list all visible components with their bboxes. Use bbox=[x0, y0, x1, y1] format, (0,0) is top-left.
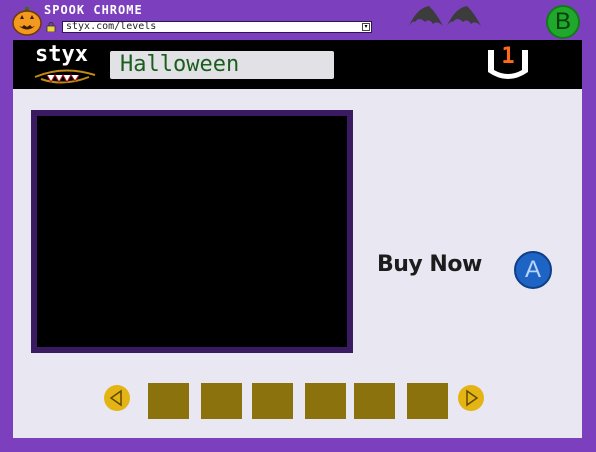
level-thumbnail[interactable] bbox=[201, 383, 242, 419]
triangle-left-icon bbox=[109, 389, 122, 407]
app-header: styx Halloween 1 bbox=[13, 40, 582, 89]
triangle-right-icon bbox=[466, 389, 479, 407]
a-button[interactable]: A bbox=[514, 251, 552, 289]
app-window: styx Halloween 1 Buy Now A bbox=[13, 40, 582, 438]
prev-button[interactable] bbox=[104, 385, 130, 411]
browser-title: SPOOK CHROME bbox=[44, 3, 143, 17]
level-thumbnail[interactable] bbox=[252, 383, 293, 419]
logo-text: styx bbox=[35, 42, 88, 67]
buy-now-label: Buy Now bbox=[377, 252, 482, 277]
bat-wings-icon bbox=[409, 6, 481, 26]
level-thumbnail[interactable] bbox=[148, 383, 189, 419]
styx-logo: styx bbox=[33, 42, 98, 85]
title-bar: SPOOK CHROME styx.com/levels ▾ B bbox=[0, 0, 596, 40]
logo-mouth-graphic bbox=[34, 69, 96, 84]
next-button[interactable] bbox=[458, 385, 484, 411]
lock-icon bbox=[46, 22, 56, 32]
level-counter: 1 bbox=[484, 44, 532, 82]
address-dropdown-icon[interactable]: ▾ bbox=[362, 23, 370, 31]
level-count-number: 1 bbox=[501, 44, 515, 69]
level-thumbnail[interactable] bbox=[407, 383, 448, 419]
level-name-field[interactable]: Halloween bbox=[110, 51, 334, 79]
level-thumbnail[interactable] bbox=[354, 383, 395, 419]
level-thumbnail[interactable] bbox=[305, 383, 346, 419]
level-preview bbox=[31, 110, 353, 353]
level-name-text: Halloween bbox=[120, 52, 240, 77]
address-text: styx.com/levels bbox=[66, 21, 157, 32]
jack-o-lantern-icon bbox=[12, 7, 42, 36]
address-bar[interactable]: styx.com/levels ▾ bbox=[62, 21, 372, 33]
b-button[interactable]: B bbox=[546, 5, 580, 39]
